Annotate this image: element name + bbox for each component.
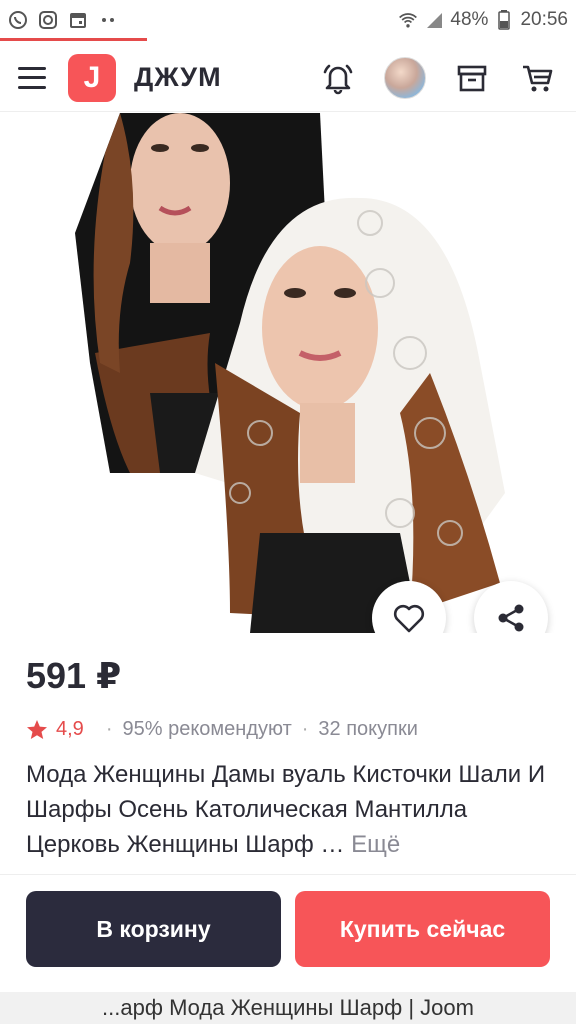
buy-now-button[interactable]: Купить сейчас (295, 891, 550, 967)
recommend-text: 95% рекомендуют (122, 718, 292, 740)
battery-icon (494, 10, 514, 30)
cart-icon[interactable] (518, 58, 558, 98)
product-title-text: Мода Женщины Дамы вуаль Кисточки Шали И … (26, 761, 546, 858)
product-title[interactable]: Мода Женщины Дамы вуаль Кисточки Шали И … (26, 757, 556, 862)
avatar[interactable] (384, 56, 426, 99)
bell-icon[interactable] (318, 58, 358, 98)
brand-name[interactable]: ДЖУМ (134, 62, 222, 93)
clock: 20:56 (520, 9, 568, 30)
wifi-icon (398, 10, 418, 30)
star-icon (27, 719, 47, 739)
logo-glyph: J (83, 60, 101, 94)
box-icon[interactable] (452, 58, 492, 98)
rating-row[interactable]: 4,9 · 95% рекомендуют · 32 покупки (26, 718, 418, 741)
calendar-icon (68, 10, 88, 30)
system-status: 48% 20:56 (398, 9, 568, 31)
whatsapp-icon (8, 10, 28, 30)
separator-dot: · (105, 718, 113, 740)
action-bar: В корзину Купить сейчас (0, 874, 576, 990)
purchases-count: 32 покупки (318, 718, 418, 740)
separator-dot: · (301, 718, 309, 740)
header-actions (318, 56, 558, 99)
page-load-progress (0, 38, 147, 41)
signal-icon (424, 10, 444, 30)
product-photo (75, 113, 505, 633)
product-image[interactable] (0, 113, 576, 633)
share-icon (498, 604, 524, 632)
status-bar: 48% 20:56 (0, 0, 576, 40)
rating-value: 4,9 (56, 718, 84, 740)
battery-percent: 48% (450, 9, 489, 30)
instagram-icon (38, 10, 58, 30)
product-price: 591 ₽ (26, 655, 122, 696)
joom-logo[interactable]: J (68, 53, 116, 102)
page-title-bar: ...арф Мода Женщины Шарф | Joom (0, 992, 576, 1024)
app-header: J ДЖУМ (0, 44, 576, 112)
add-to-cart-button[interactable]: В корзину (26, 891, 281, 967)
menu-icon[interactable] (18, 66, 46, 89)
more-dots-icon (98, 10, 118, 30)
more-link[interactable]: Ещё (351, 831, 400, 858)
notification-icons (8, 10, 118, 30)
heart-icon (393, 604, 425, 633)
